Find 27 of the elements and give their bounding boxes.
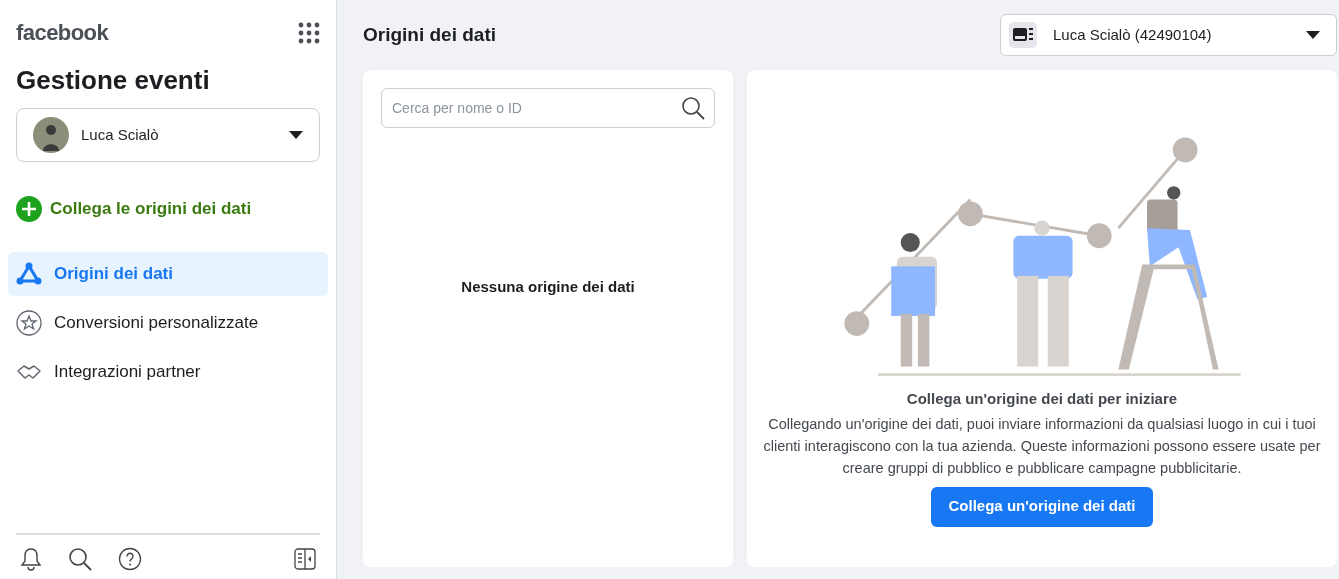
empty-state-description: Collegando un'origine dei dati, puoi inviare informazioni da qualsiasi luogo in cui i tuoi clienti interagiscono con la tua azienda. Queste informazioni possono essere usate per creare gruppi di pubblico e pubblicare campagne pubblicitarie. (762, 414, 1322, 478)
search-field[interactable]: Cerca per nome o ID (381, 88, 715, 128)
account-dropdown[interactable]: Luca Scialò (16, 108, 320, 162)
search-icon (681, 96, 705, 120)
plus-icon (16, 196, 42, 222)
nav-item[interactable]: Conversioni personalizzate (8, 301, 328, 345)
avatar (33, 117, 69, 153)
empty-state-heading: Collega un'origine dei dati per iniziare (906, 389, 1178, 409)
notifications-icon[interactable] (20, 547, 42, 571)
network-icon (16, 262, 42, 286)
empty-state-text: Nessuna origine dei dati (461, 277, 635, 298)
handshake-icon (16, 362, 42, 382)
account-select[interactable]: Luca Scialò (42490104) (1000, 14, 1337, 56)
nav-item[interactable]: Integrazioni partner (8, 350, 328, 394)
app-title: Gestione eventi (15, 64, 211, 97)
help-icon[interactable] (118, 547, 142, 571)
collapse-panel-icon[interactable] (294, 548, 316, 570)
facebook-logo: facebook (16, 19, 109, 47)
connect-data-source-button[interactable]: Collega un'origine dei dati (930, 486, 1154, 527)
nav-item[interactable]: Origini dei dati (8, 252, 328, 296)
connect-data-sources-link[interactable]: Collega le origini dei dati (8, 196, 328, 222)
search-icon[interactable] (68, 547, 92, 571)
ad-account-icon (1009, 22, 1037, 48)
apps-grid-icon[interactable] (298, 21, 320, 44)
caret-icon (289, 131, 303, 139)
page-title: Origini dei dati (363, 22, 496, 47)
caret-icon (1306, 31, 1320, 39)
